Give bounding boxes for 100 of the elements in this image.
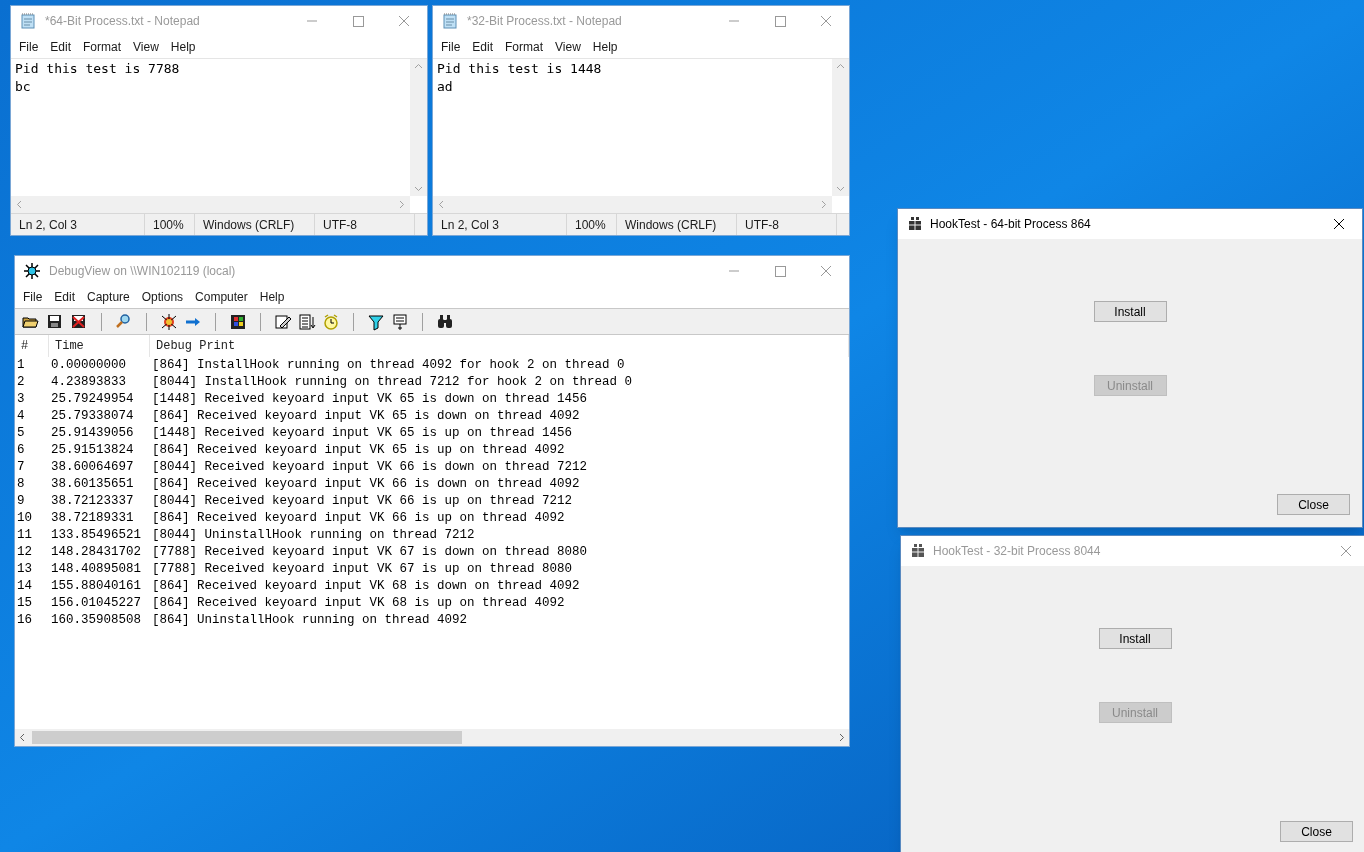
scroll-up-icon xyxy=(836,63,845,69)
text-line: ad xyxy=(437,78,454,96)
menu-item[interactable]: Options xyxy=(135,288,190,306)
list-scroll-icon[interactable] xyxy=(298,312,316,331)
notepad-icon xyxy=(441,12,459,30)
status-text: Windows (CRLF) xyxy=(195,214,315,235)
menu-item[interactable]: Edit xyxy=(44,38,78,56)
column-header[interactable]: # xyxy=(15,335,49,357)
menu-item[interactable]: File xyxy=(13,38,45,56)
table-cell-text: [864] Received keyoard input VK 68 is down on thread 4092 xyxy=(151,578,580,595)
table-cell-text: 25.91439056 xyxy=(50,425,135,442)
text-line: bc xyxy=(15,78,32,96)
scroll-right-icon xyxy=(821,200,827,209)
close-button[interactable]: Close xyxy=(1280,821,1353,842)
table-cell-text: 38.60135651 xyxy=(50,476,135,493)
bug-icon xyxy=(23,262,41,280)
vertical-scrollbar[interactable] xyxy=(832,59,849,196)
notepad-icon xyxy=(19,12,37,30)
gift-icon xyxy=(908,217,922,231)
binoculars-icon[interactable] xyxy=(436,312,454,331)
table-cell-text: 38.60064697 xyxy=(50,459,135,476)
menu-item[interactable]: File xyxy=(435,38,467,56)
table-cell-text: 0.00000000 xyxy=(50,357,127,374)
row-number: 13 xyxy=(16,561,33,578)
table-cell-text: [8044] InstallHook running on thread 7212 for hook 2 on thread 0 xyxy=(151,374,633,391)
column-header[interactable]: Debug Print xyxy=(150,335,849,357)
table-cell-text: 156.01045227 xyxy=(50,595,142,612)
table-cell-text: [8044] Received keyoard input VK 66 is down on thread 7212 xyxy=(151,459,588,476)
row-number: 7 xyxy=(16,459,26,476)
column-header[interactable]: Time xyxy=(49,335,150,357)
scroll-down-icon xyxy=(414,186,423,192)
scroll-left-icon xyxy=(438,200,444,209)
table-cell-text: 133.85496521 xyxy=(50,527,142,544)
table-cell-text: [864] Received keyoard input VK 65 is down on thread 4092 xyxy=(151,408,580,425)
install-button[interactable]: Install xyxy=(1098,628,1172,649)
clear-icon[interactable] xyxy=(70,312,88,331)
row-number: 11 xyxy=(16,527,33,544)
scroll-left-icon xyxy=(16,200,22,209)
scrollbar-thumb[interactable] xyxy=(32,731,462,744)
row-number: 16 xyxy=(16,612,33,629)
filter-icon[interactable] xyxy=(367,312,385,331)
menu-item[interactable]: File xyxy=(17,288,49,306)
row-number: 6 xyxy=(16,442,26,459)
capture-icon[interactable] xyxy=(160,312,178,331)
window-title: HookTest - 64-bit Process 864 xyxy=(930,216,1091,233)
menu-item[interactable]: View xyxy=(127,38,165,56)
table-cell-text: [864] Received keyoard input VK 68 is up on thread 4092 xyxy=(151,595,565,612)
menu-item[interactable]: View xyxy=(549,38,587,56)
menu-item[interactable]: Edit xyxy=(48,288,82,306)
scroll-right-icon xyxy=(839,733,845,742)
install-button[interactable]: Install xyxy=(1093,301,1167,322)
menu-item[interactable]: Format xyxy=(77,38,128,56)
menu-item[interactable]: Capture xyxy=(81,288,136,306)
table-cell-text: 4.23893833 xyxy=(50,374,127,391)
table-cell-text: [7788] Received keyoard input VK 67 is up on thread 8080 xyxy=(151,561,573,578)
status-text: 100% xyxy=(145,214,195,235)
status-text: 100% xyxy=(567,214,617,235)
table-cell-text: [864] Received keyoard input VK 66 is down on thread 4092 xyxy=(151,476,580,493)
text-line: Pid this test is 7788 xyxy=(15,60,181,78)
table-cell-text: 38.72123337 xyxy=(50,493,135,510)
status-text: Windows (CRLF) xyxy=(617,214,737,235)
table-cell-text: [1448] Received keyoard input VK 65 is down on thread 1456 xyxy=(151,391,588,408)
table-cell-text: 160.35908508 xyxy=(50,612,142,629)
menu-item[interactable]: Help xyxy=(253,288,291,306)
horizontal-scrollbar[interactable] xyxy=(433,196,832,213)
table-cell-text: [7788] Received keyoard input VK 67 is down on thread 8080 xyxy=(151,544,588,561)
row-number: 2 xyxy=(16,374,26,391)
window-title: DebugView on \\WIN102119 (local) xyxy=(49,263,236,280)
table-cell-text: [864] Received keyoard input VK 65 is up on thread 4092 xyxy=(151,442,565,459)
clock-icon[interactable] xyxy=(322,312,340,331)
edit-icon[interactable] xyxy=(274,312,292,331)
table-cell-text: 148.28431702 xyxy=(50,544,142,561)
table-cell-text: [1448] Received keyoard input VK 65 is up on thread 1456 xyxy=(151,425,573,442)
menu-item[interactable]: Format xyxy=(499,38,550,56)
menu-item[interactable]: Help xyxy=(164,38,202,56)
vertical-scrollbar[interactable] xyxy=(410,59,427,196)
table-cell-text: 155.88040161 xyxy=(50,578,142,595)
status-text: UTF-8 xyxy=(315,214,415,235)
table-cell-text: 25.79338074 xyxy=(50,408,135,425)
text-line: Pid this test is 1448 xyxy=(437,60,603,78)
row-number: 12 xyxy=(16,544,33,561)
close-button[interactable]: Close xyxy=(1277,494,1350,515)
gift-icon xyxy=(911,544,925,558)
table-cell-text: 148.40895081 xyxy=(50,561,142,578)
table-cell-text: [8044] Received keyoard input VK 66 is up on thread 7212 xyxy=(151,493,573,510)
table-cell-text: 25.79249954 xyxy=(50,391,135,408)
windows-flag-icon[interactable] xyxy=(229,312,247,331)
menu-item[interactable]: Edit xyxy=(466,38,500,56)
row-number: 15 xyxy=(16,595,33,612)
window-title: *32-Bit Process.txt - Notepad xyxy=(467,13,622,30)
menu-item[interactable]: Help xyxy=(586,38,624,56)
row-number: 14 xyxy=(16,578,33,595)
save-icon[interactable] xyxy=(46,312,64,331)
scroll-up-icon xyxy=(414,63,423,69)
menu-item[interactable]: Computer xyxy=(189,288,254,306)
scroll-down-icon xyxy=(836,186,845,192)
status-text: Ln 2, Col 3 xyxy=(433,214,567,235)
status-text: Ln 2, Col 3 xyxy=(11,214,145,235)
table-cell-text: [864] InstallHook running on thread 4092 for hook 2 on thread 0 xyxy=(151,357,625,374)
horizontal-scrollbar[interactable] xyxy=(11,196,410,213)
